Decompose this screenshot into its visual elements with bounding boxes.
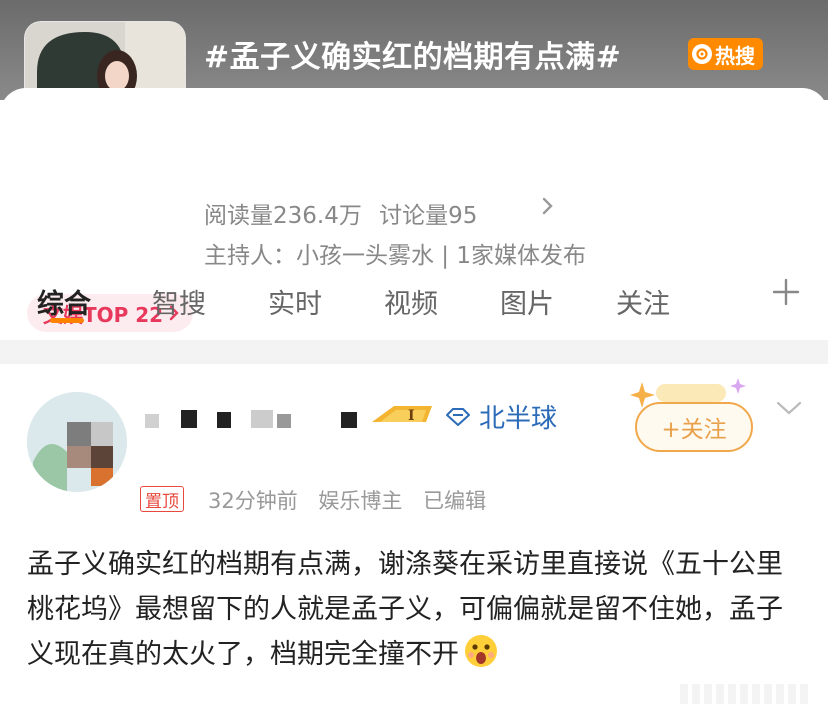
discuss-count: 讨论量95 [379,203,478,229]
username-obscured[interactable] [145,406,365,434]
tab-images[interactable]: 图片 [500,282,554,321]
post-meta: 32分钟前 娱乐博主 已编辑 [208,485,500,515]
section-divider [0,340,828,364]
svg-text:I: I [408,408,415,424]
read-count: 阅读量236.4万 [204,203,362,229]
vip-level-icon[interactable]: I [370,400,436,428]
topic-host[interactable]: 主持人：小孩一头雾水 | 1家媒体发布 [204,236,586,270]
tab-smart-search[interactable]: 智搜 [152,282,206,321]
hot-search-badge[interactable]: 热搜 [688,38,763,70]
post-text: 孟子义确实红的档期有点满，谢涤葵在采访里直接说《五十公里桃花坞》最想留下的人就是… [27,549,783,670]
topic-stats: 阅读量236.4万 讨论量95 [204,196,487,230]
surprised-emoji-icon [465,635,497,667]
post-content[interactable]: 孟子义确实红的档期有点满，谢涤葵在采访里直接说《五十公里桃花坞》最想留下的人就是… [27,542,802,677]
location-tag[interactable]: 北半球 [445,398,557,435]
location-label: 北半球 [479,404,558,434]
chevron-right-icon[interactable] [540,194,556,224]
post-time: 32分钟前 [208,489,298,513]
pinned-badge: 置顶 [140,486,184,512]
active-tab-indicator [50,318,84,323]
location-diamond-icon [446,407,470,426]
hot-icon [692,44,712,64]
hot-badge-label: 热搜 [715,43,755,68]
tab-video[interactable]: 视频 [384,282,438,321]
tab-comprehensive[interactable]: 综合 [37,282,91,321]
weibo-post-card[interactable]: I 北半球 +关注 置顶 32分钟前 娱乐博主 已编辑 孟子义确实红的档期有点满… [0,364,828,711]
topic-title: #孟子义确实红的档期有点满# [204,40,622,75]
edited-label: 已编辑 [423,489,487,513]
chevron-down-icon[interactable] [775,398,803,422]
follow-button[interactable]: +关注 [635,402,753,452]
author-role: 娱乐博主 [318,489,403,513]
avatar[interactable] [27,392,127,492]
add-tab-icon[interactable] [771,276,801,316]
tab-following[interactable]: 关注 [616,282,670,321]
tab-realtime[interactable]: 实时 [268,282,322,321]
tab-bar: 综合 智搜 实时 视频 图片 关注 [0,268,828,332]
topic-card: 阅读量236.4万 讨论量95 主持人：小孩一头雾水 | 1家媒体发布 文娱TO… [0,88,828,348]
watermark-image [680,684,810,704]
